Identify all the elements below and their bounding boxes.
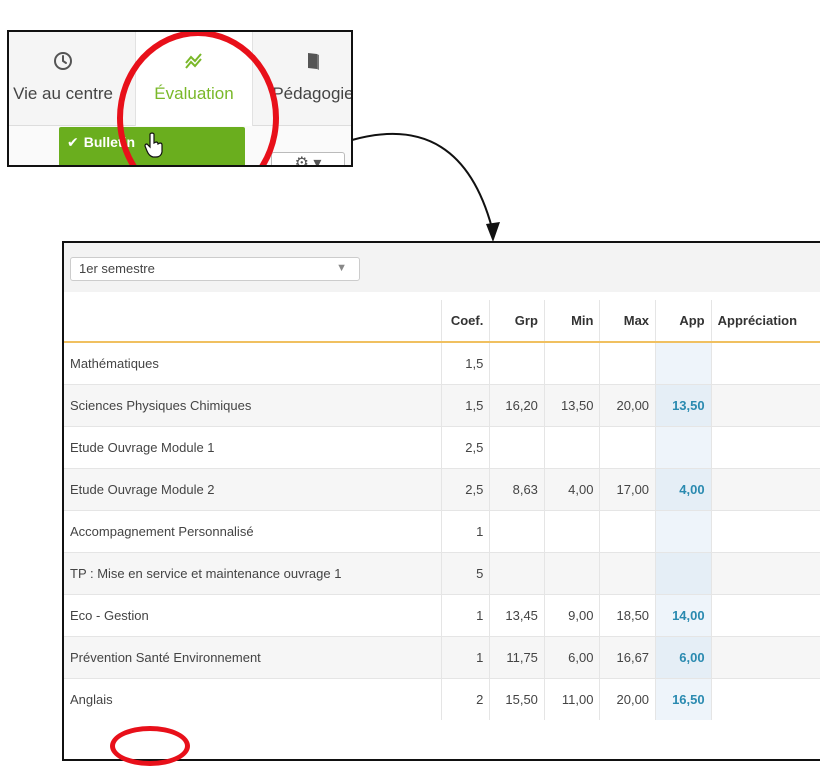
grp-cell bbox=[489, 341, 545, 384]
tab-label: Pédagogie bbox=[272, 84, 353, 103]
header-subject bbox=[64, 300, 442, 343]
header-coef[interactable]: Coef. bbox=[441, 300, 490, 343]
min-cell: 6,00 bbox=[543, 635, 600, 678]
settings-dropdown-button[interactable]: ⚙ ▾ bbox=[271, 152, 345, 167]
grades-panel: 1er semestre ▼ Coef. Grp Min Max App App… bbox=[62, 241, 820, 761]
appreciation-cell bbox=[710, 593, 820, 636]
header-app[interactable]: App bbox=[655, 300, 712, 343]
header-grp[interactable]: Grp bbox=[489, 300, 545, 343]
table-row[interactable]: Anglais 2 15,50 11,00 20,00 16,50 bbox=[64, 677, 820, 720]
max-cell: 20,00 bbox=[599, 677, 656, 720]
subject-cell: Anglais bbox=[64, 677, 442, 720]
grp-cell: 13,45 bbox=[489, 593, 545, 636]
header-min[interactable]: Min bbox=[543, 300, 600, 343]
subject-cell: Mathématiques bbox=[64, 341, 442, 384]
appreciation-cell bbox=[710, 677, 820, 720]
app-cell bbox=[655, 341, 712, 384]
max-cell bbox=[599, 551, 656, 594]
app-cell: 6,00 bbox=[655, 635, 712, 678]
coef-cell: 1 bbox=[441, 509, 490, 552]
app-cell: 14,00 bbox=[655, 593, 712, 636]
grp-cell bbox=[489, 425, 545, 468]
min-cell bbox=[543, 341, 600, 384]
table-row[interactable]: TP : Mise en service et maintenance ouvr… bbox=[64, 551, 820, 594]
coef-cell: 1,5 bbox=[441, 383, 490, 426]
semester-value: 1er semestre bbox=[79, 261, 155, 276]
min-cell bbox=[543, 425, 600, 468]
tab-vie-au-centre[interactable]: Vie au centre bbox=[9, 32, 121, 125]
grp-cell: 11,75 bbox=[489, 635, 545, 678]
appreciation-cell bbox=[710, 425, 820, 468]
max-cell: 17,00 bbox=[599, 467, 656, 510]
min-cell bbox=[543, 509, 600, 552]
panel-header: 1er semestre ▼ bbox=[64, 243, 820, 292]
subject-cell: Sciences Physiques Chimiques bbox=[64, 383, 442, 426]
table-row[interactable]: Accompagnement Personnalisé 1 bbox=[64, 509, 820, 552]
max-cell: 18,50 bbox=[599, 593, 656, 636]
coef-cell: 5 bbox=[441, 551, 490, 594]
appreciation-cell bbox=[710, 383, 820, 426]
chevron-down-icon: ▾ bbox=[313, 155, 322, 167]
appreciation-cell bbox=[710, 551, 820, 594]
app-cell: 4,00 bbox=[655, 467, 712, 510]
grp-cell bbox=[489, 509, 545, 552]
subject-cell: Eco - Gestion bbox=[64, 593, 442, 636]
coef-cell: 2 bbox=[441, 677, 490, 720]
grp-cell: 16,20 bbox=[489, 383, 545, 426]
table-row[interactable]: Sciences Physiques Chimiques 1,5 16,20 1… bbox=[64, 383, 820, 426]
table-header-row: Coef. Grp Min Max App Appréciation bbox=[64, 300, 820, 343]
table-row[interactable]: Mathématiques 1,5 bbox=[64, 341, 820, 384]
table-row[interactable]: Etude Ouvrage Module 2 2,5 8,63 4,00 17,… bbox=[64, 467, 820, 510]
appreciation-cell bbox=[710, 635, 820, 678]
min-cell: 13,50 bbox=[543, 383, 600, 426]
grp-cell bbox=[489, 551, 545, 594]
min-cell: 9,00 bbox=[543, 593, 600, 636]
min-cell: 11,00 bbox=[543, 677, 600, 720]
appreciation-cell bbox=[710, 341, 820, 384]
book-icon bbox=[308, 53, 319, 70]
max-cell: 16,67 bbox=[599, 635, 656, 678]
min-cell: 4,00 bbox=[543, 467, 600, 510]
highlight-circle bbox=[110, 726, 190, 766]
grades-table: Coef. Grp Min Max App Appréciation Mathé… bbox=[64, 300, 820, 720]
arrow-connector bbox=[351, 132, 500, 242]
coef-cell: 2,5 bbox=[441, 467, 490, 510]
subject-cell: Accompagnement Personnalisé bbox=[64, 509, 442, 552]
appreciation-cell bbox=[710, 509, 820, 552]
app-cell bbox=[655, 425, 712, 468]
app-cell: 16,50 bbox=[655, 677, 712, 720]
semester-select[interactable]: 1er semestre ▼ bbox=[70, 257, 360, 281]
grp-cell: 15,50 bbox=[489, 677, 545, 720]
header-appreciation[interactable]: Appréciation bbox=[710, 300, 820, 343]
check-icon: ✔ bbox=[67, 134, 79, 150]
navigation-crop: Vie au centre Évaluation Pédagogie ✔ Bull… bbox=[7, 30, 353, 167]
coef-cell: 1,5 bbox=[441, 341, 490, 384]
header-max[interactable]: Max bbox=[599, 300, 656, 343]
chevron-down-icon: ▼ bbox=[336, 262, 347, 274]
app-cell bbox=[655, 551, 712, 594]
table-row[interactable]: Etude Ouvrage Module 1 2,5 bbox=[64, 425, 820, 468]
subject-cell: TP : Mise en service et maintenance ouvr… bbox=[64, 551, 442, 594]
grp-cell: 8,63 bbox=[489, 467, 545, 510]
coef-cell: 1 bbox=[441, 635, 490, 678]
max-cell bbox=[599, 341, 656, 384]
app-cell: 13,50 bbox=[655, 383, 712, 426]
coef-cell: 1 bbox=[441, 593, 490, 636]
min-cell bbox=[543, 551, 600, 594]
table-row[interactable]: Eco - Gestion 1 13,45 9,00 18,50 14,00 bbox=[64, 593, 820, 636]
gear-icon: ⚙ bbox=[294, 155, 309, 167]
subject-cell: Prévention Santé Environnement bbox=[64, 635, 442, 678]
coef-cell: 2,5 bbox=[441, 425, 490, 468]
max-cell: 20,00 bbox=[599, 383, 656, 426]
subject-cell: Etude Ouvrage Module 2 bbox=[64, 467, 442, 510]
clock-icon bbox=[54, 52, 72, 70]
appreciation-cell bbox=[710, 467, 820, 510]
max-cell bbox=[599, 425, 656, 468]
tab-label: Vie au centre bbox=[13, 84, 113, 103]
subject-cell: Etude Ouvrage Module 1 bbox=[64, 425, 442, 468]
max-cell bbox=[599, 509, 656, 552]
app-cell bbox=[655, 509, 712, 552]
table-row[interactable]: Prévention Santé Environnement 1 11,75 6… bbox=[64, 635, 820, 678]
